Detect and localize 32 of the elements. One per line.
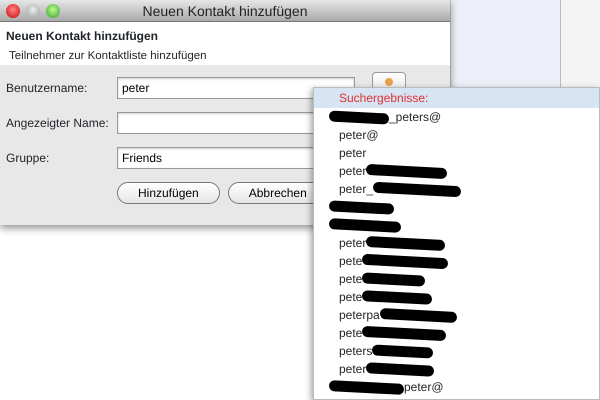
result-text[interactable]: peters <box>339 342 372 360</box>
result-item[interactable]: peterpa <box>314 306 599 324</box>
result-item[interactable]: pete <box>314 252 599 270</box>
result-item[interactable]: pete <box>314 324 599 342</box>
close-button[interactable] <box>6 4 20 18</box>
result-text[interactable]: pete <box>339 288 362 306</box>
result-text[interactable]: peter <box>339 360 366 378</box>
result-text[interactable]: _peters@ <box>389 108 442 126</box>
result-item[interactable]: peter <box>314 234 599 252</box>
dialog-subtitle: Teilnehmer zur Kontaktliste hinzufügen <box>8 49 208 64</box>
results-heading: Suchergebnisse: <box>314 88 599 108</box>
result-item[interactable]: peter@ <box>314 378 599 396</box>
field-label: Gruppe: <box>6 150 50 167</box>
dialog-button[interactable]: Hinzufügen <box>117 182 220 204</box>
result-text[interactable]: peter_ <box>339 180 374 198</box>
result-text[interactable]: pete <box>339 270 362 288</box>
result-item[interactable]: peter@ <box>314 126 599 144</box>
result-text[interactable]: pete <box>339 252 362 270</box>
field-label: Benutzername: <box>6 80 88 97</box>
result-item[interactable]: pete <box>314 270 599 288</box>
result-item[interactable]: _peters@ <box>314 108 599 126</box>
result-item[interactable]: peters <box>314 342 599 360</box>
result-text[interactable]: peter@ <box>339 126 379 144</box>
window-title: Neuen Kontakt hinzufügen <box>141 2 308 21</box>
dialog-heading: Neuen Kontakt hinzufügen <box>6 28 159 45</box>
result-text[interactable]: peter <box>339 234 366 252</box>
result-text[interactable]: peter@ <box>404 378 444 396</box>
field-label: Angezeigter Name: <box>6 115 110 132</box>
result-text[interactable]: pete <box>339 324 362 342</box>
result-text[interactable]: peterpa <box>339 306 380 324</box>
result-item[interactable]: peter <box>314 360 599 378</box>
result-item[interactable]: pete <box>314 288 599 306</box>
